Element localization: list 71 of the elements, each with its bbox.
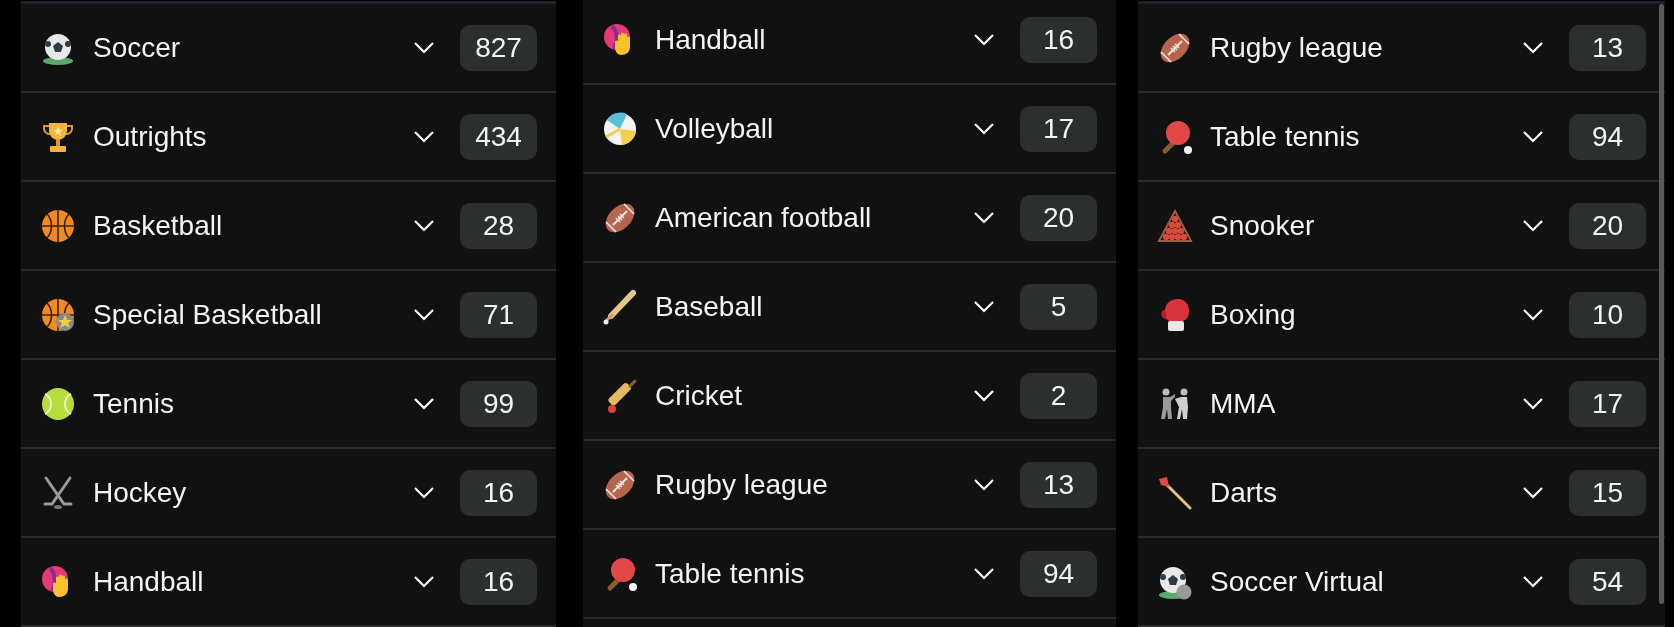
chevron-down-icon[interactable] <box>1522 40 1544 55</box>
sport-name: Rugby league <box>1210 30 1384 65</box>
volleyball-icon <box>602 110 638 147</box>
chevron-down-icon[interactable] <box>413 129 435 144</box>
sport-name: Tennis <box>93 386 175 421</box>
event-count: 16 <box>1020 16 1097 63</box>
event-count: 15 <box>1569 469 1646 516</box>
sport-name: Handball <box>655 22 767 57</box>
chevron-down-icon[interactable] <box>413 485 435 500</box>
sport-name: Volleyball <box>655 111 775 146</box>
event-count: 17 <box>1569 380 1646 427</box>
sport-name: Outrights <box>93 119 208 154</box>
basketball-star-icon <box>40 296 76 333</box>
sport-name: Snooker <box>1210 208 1316 243</box>
event-count: 5 <box>1020 283 1097 330</box>
event-count: 434 <box>460 113 537 160</box>
sport-name: Cricket <box>655 378 744 413</box>
sport-name: Soccer Virtual <box>1210 564 1385 599</box>
chevron-down-icon[interactable] <box>973 210 995 225</box>
sport-name: Rugby league <box>655 467 829 502</box>
chevron-down-icon[interactable] <box>1522 485 1544 500</box>
chevron-down-icon[interactable] <box>413 574 435 589</box>
sport-name: Table tennis <box>1210 119 1361 154</box>
event-count: 13 <box>1020 461 1097 508</box>
event-count: 20 <box>1020 194 1097 241</box>
chevron-down-icon[interactable] <box>1522 307 1544 322</box>
sport-name: Baseball <box>655 289 764 324</box>
chevron-down-icon[interactable] <box>973 388 995 403</box>
event-count: 54 <box>1569 558 1646 605</box>
basketball-icon <box>40 207 76 244</box>
sport-name: Darts <box>1210 475 1278 510</box>
event-count: 13 <box>1569 24 1646 71</box>
baseball-bat-icon <box>602 288 638 325</box>
event-count: 827 <box>460 24 537 71</box>
scrollbar[interactable] <box>1659 4 1664 604</box>
chevron-down-icon[interactable] <box>1522 218 1544 233</box>
chevron-down-icon[interactable] <box>973 32 995 47</box>
chevron-down-icon[interactable] <box>413 396 435 411</box>
sport-name: Boxing <box>1210 297 1297 332</box>
chevron-down-icon[interactable] <box>973 477 995 492</box>
sport-name: Special Basketball <box>93 297 323 332</box>
event-count: 94 <box>1020 550 1097 597</box>
event-count: 2 <box>1020 372 1097 419</box>
event-count: 20 <box>1569 202 1646 249</box>
sport-name: MMA <box>1210 386 1277 421</box>
sport-name: Handball <box>93 564 205 599</box>
snooker-balls-icon <box>1157 207 1193 244</box>
chevron-down-icon[interactable] <box>1522 574 1544 589</box>
sport-name: American football <box>655 200 873 235</box>
event-count: 71 <box>460 291 537 338</box>
chevron-down-icon[interactable] <box>413 307 435 322</box>
event-count: 16 <box>460 469 537 516</box>
event-count: 10 <box>1569 291 1646 338</box>
chevron-down-icon[interactable] <box>413 40 435 55</box>
dart-icon <box>1157 474 1193 511</box>
chevron-down-icon[interactable] <box>1522 129 1544 144</box>
sport-name: Basketball <box>93 208 224 243</box>
chevron-down-icon[interactable] <box>413 218 435 233</box>
event-count: 28 <box>460 202 537 249</box>
chevron-down-icon[interactable] <box>1522 396 1544 411</box>
event-count: 99 <box>460 380 537 427</box>
sport-name: Hockey <box>93 475 188 510</box>
tennis-ball-icon <box>40 385 76 422</box>
chevron-down-icon[interactable] <box>973 299 995 314</box>
chevron-down-icon[interactable] <box>973 566 995 581</box>
event-count: 17 <box>1020 105 1097 152</box>
event-count: 94 <box>1569 113 1646 160</box>
sport-name: Table tennis <box>655 556 806 591</box>
sport-name: Soccer <box>93 30 182 65</box>
event-count: 16 <box>460 558 537 605</box>
chevron-down-icon[interactable] <box>973 121 995 136</box>
